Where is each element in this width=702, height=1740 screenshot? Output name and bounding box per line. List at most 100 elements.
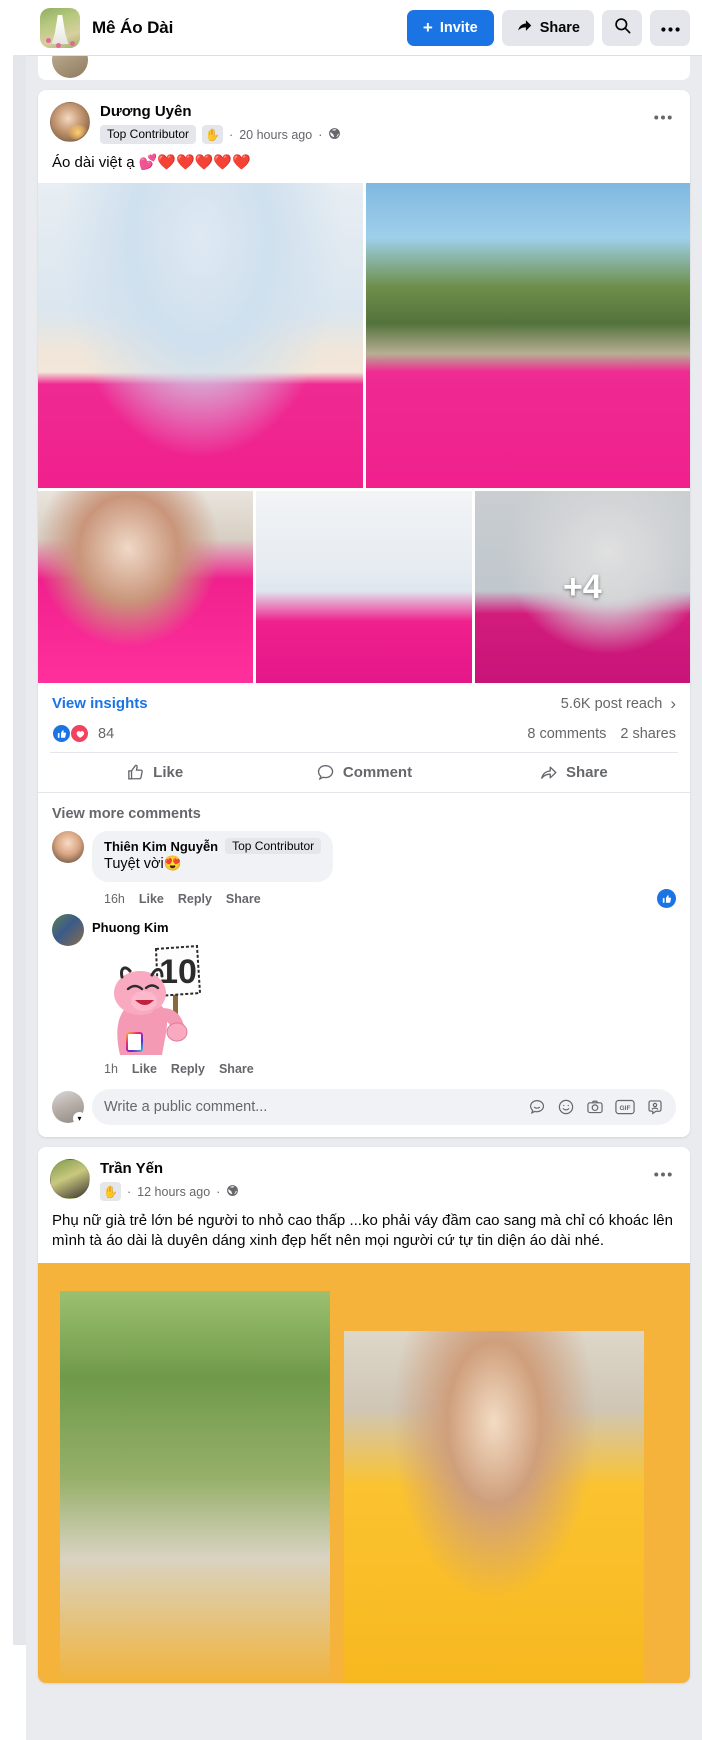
post-photo[interactable] (344, 1331, 644, 1683)
ellipsis-icon (660, 20, 680, 36)
avatar[interactable] (50, 1159, 90, 1199)
search-icon (613, 16, 632, 39)
share-button[interactable]: Share (501, 9, 594, 46)
post-photo-grid-row1 (38, 183, 690, 488)
comment-item: Thiên Kim Nguyễn Top Contributor Tuyệt v… (52, 828, 676, 911)
post-reach-group: 5.6K post reach › (561, 695, 676, 712)
reaction-summary[interactable]: 84 (52, 724, 114, 743)
meta-separator: · (318, 127, 323, 142)
comment-sticker[interactable]: 10 (92, 937, 676, 1055)
post-photo-collage[interactable] (38, 1263, 690, 1683)
shares-count[interactable]: 2 shares (620, 726, 676, 742)
avatar[interactable] (50, 102, 90, 142)
post-text: Áo dài việt ạ 💕❤️❤️❤️❤️❤️ (52, 154, 251, 171)
comment-timestamp: 1h (104, 1062, 118, 1076)
comment-author-name[interactable]: Phuong Kim (92, 914, 676, 935)
share-arrow-icon (516, 17, 533, 38)
sticker-source-badge (126, 1032, 143, 1052)
post-header-meta: Dương Uyên Top Contributor ✋ · 20 hours … (100, 102, 341, 144)
comment-reply-link[interactable]: Reply (171, 1062, 205, 1076)
avatar (52, 56, 88, 78)
comment-share-link[interactable]: Share (226, 892, 261, 906)
group-avatar[interactable] (40, 7, 80, 48)
post-timestamp: 12 hours ago (137, 1184, 211, 1199)
avatar[interactable] (52, 914, 84, 946)
chevron-right-icon: › (670, 694, 676, 713)
comment-bubble: Thiên Kim Nguyễn Top Contributor Tuyệt v… (92, 831, 334, 882)
view-more-comments-link[interactable]: View more comments (52, 797, 676, 828)
camera-icon[interactable] (586, 1098, 604, 1116)
post-photo-grid-row2: +4 (38, 491, 690, 683)
post-photo[interactable] (60, 1291, 330, 1683)
avatar-sticker-icon[interactable] (646, 1098, 664, 1116)
comment-composer: ▾ Write a public comment... GIF (38, 1079, 690, 1137)
post-action-bar: Like Comment Share (50, 752, 678, 792)
thumbs-up-reaction-icon (52, 724, 71, 743)
comments-section: View more comments Thiên Kim Nguyễn Top … (38, 792, 690, 1079)
comments-count[interactable]: 8 comments (527, 726, 606, 742)
comment-reply-link[interactable]: Reply (178, 892, 212, 906)
comment-author-name[interactable]: Thiên Kim Nguyễn (104, 839, 218, 854)
thumbs-up-filled-icon[interactable] (657, 889, 676, 908)
post-photo[interactable] (38, 183, 363, 488)
search-button[interactable] (602, 9, 642, 46)
post-meta-row: ✋ · 12 hours ago · (100, 1182, 239, 1201)
group-avatar-figure (51, 14, 69, 45)
post-author-name[interactable]: Dương Uyên (100, 103, 341, 121)
post-reach-text: 5.6K post reach (560, 695, 663, 712)
comment-name-row: Thiên Kim Nguyễn Top Contributor (104, 838, 322, 854)
comment-text: Tuyệt vời😍 (104, 856, 182, 872)
comment-share-link[interactable]: Share (219, 1062, 254, 1076)
comment-footer: 16h Like Reply Share (92, 882, 676, 911)
comment-like-link[interactable]: Like (132, 1062, 157, 1076)
meta-separator: · (127, 1184, 132, 1199)
comment-body: Thiên Kim Nguyễn Top Contributor Tuyệt v… (92, 831, 676, 911)
heart-reaction-icon (70, 724, 89, 743)
top-contributor-badge: Top Contributor (225, 838, 322, 854)
reaction-count: 84 (98, 725, 115, 742)
pink-panther-10-sticker-icon: 10 (114, 944, 202, 1055)
post-header: Trần Yến ✋ · 12 hours ago · (38, 1147, 690, 1201)
post-photo[interactable] (365, 183, 690, 488)
top-contributor-badge: Top Contributor (100, 125, 197, 144)
share-arrow-icon (539, 763, 558, 782)
invite-button[interactable]: + Invite (406, 9, 494, 46)
invite-label: Invite (439, 19, 478, 36)
emoji-icon[interactable] (557, 1098, 575, 1116)
composer-icons: GIF (528, 1098, 664, 1116)
svg-text:GIF: GIF (619, 1105, 630, 1112)
avatar-flower-icon (70, 40, 75, 46)
view-insights-link[interactable]: View insights (52, 695, 148, 712)
like-label: Like (153, 764, 184, 781)
current-user-avatar[interactable]: ▾ (52, 1091, 86, 1125)
globe-icon (328, 127, 341, 143)
share-button[interactable]: Share (469, 753, 678, 792)
like-button[interactable]: Like (50, 753, 259, 792)
feed-spacer (26, 1683, 702, 1693)
post-author-name[interactable]: Trần Yến (100, 1160, 239, 1178)
page-scroll-rail[interactable] (13, 55, 26, 1645)
post-photo[interactable] (38, 491, 254, 683)
comment-timestamp: 16h (104, 891, 125, 906)
post-options-button[interactable] (648, 1159, 678, 1189)
comment-like-link[interactable]: Like (139, 892, 164, 906)
waving-hand-icon: ✋ (100, 1182, 121, 1201)
comment-button[interactable]: Comment (259, 753, 468, 792)
gif-icon[interactable]: GIF (615, 1099, 635, 1115)
chevron-down-icon[interactable]: ▾ (73, 1112, 86, 1125)
post-header-meta: Trần Yến ✋ · 12 hours ago · (100, 1159, 239, 1201)
avatar[interactable] (52, 831, 84, 863)
more-options-button[interactable] (650, 9, 690, 46)
post-options-button[interactable] (648, 102, 678, 132)
feed: Dương Uyên Top Contributor ✋ · 20 hours … (26, 56, 702, 1693)
comment-label: Comment (342, 764, 413, 781)
avatar-flower-icon (56, 42, 61, 48)
post-photo[interactable]: +4 (474, 491, 690, 683)
comment-input[interactable]: Write a public comment... GIF (92, 1089, 676, 1125)
more-photos-overlay[interactable]: +4 (474, 491, 690, 683)
post-timestamp: 20 hours ago (239, 127, 313, 142)
post-card: Dương Uyên Top Contributor ✋ · 20 hours … (38, 90, 690, 1137)
sticker-icon[interactable] (528, 1098, 546, 1116)
post-photo[interactable] (256, 491, 472, 683)
post-insights-row[interactable]: View insights 5.6K post reach › (38, 683, 690, 722)
